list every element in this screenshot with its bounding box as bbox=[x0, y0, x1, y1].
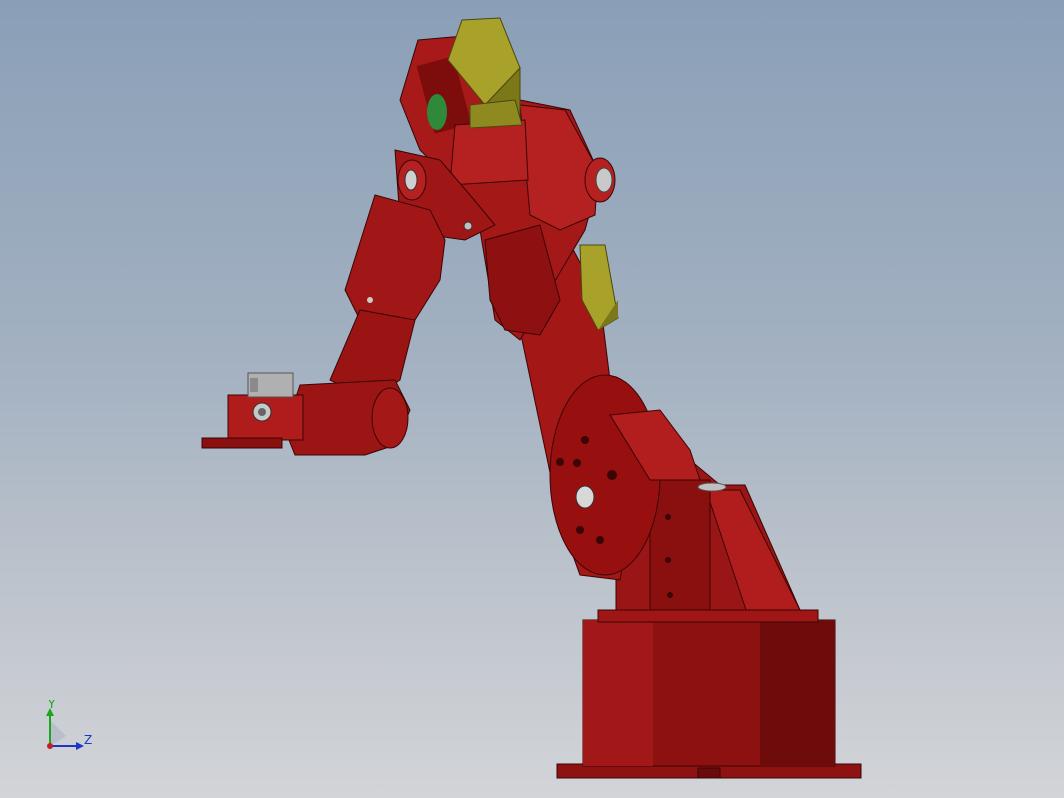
z-axis-label: Z bbox=[84, 733, 92, 747]
y-axis-label: Y bbox=[47, 700, 56, 711]
end-effector[interactable] bbox=[201, 372, 411, 456]
robot-base[interactable] bbox=[556, 609, 862, 779]
view-orientation-triad-icon[interactable]: Y Z bbox=[40, 700, 100, 760]
origin-icon bbox=[47, 743, 53, 749]
robot-arm-model[interactable] bbox=[0, 0, 1064, 798]
graphics-viewport[interactable]: Y Z bbox=[0, 0, 1064, 798]
